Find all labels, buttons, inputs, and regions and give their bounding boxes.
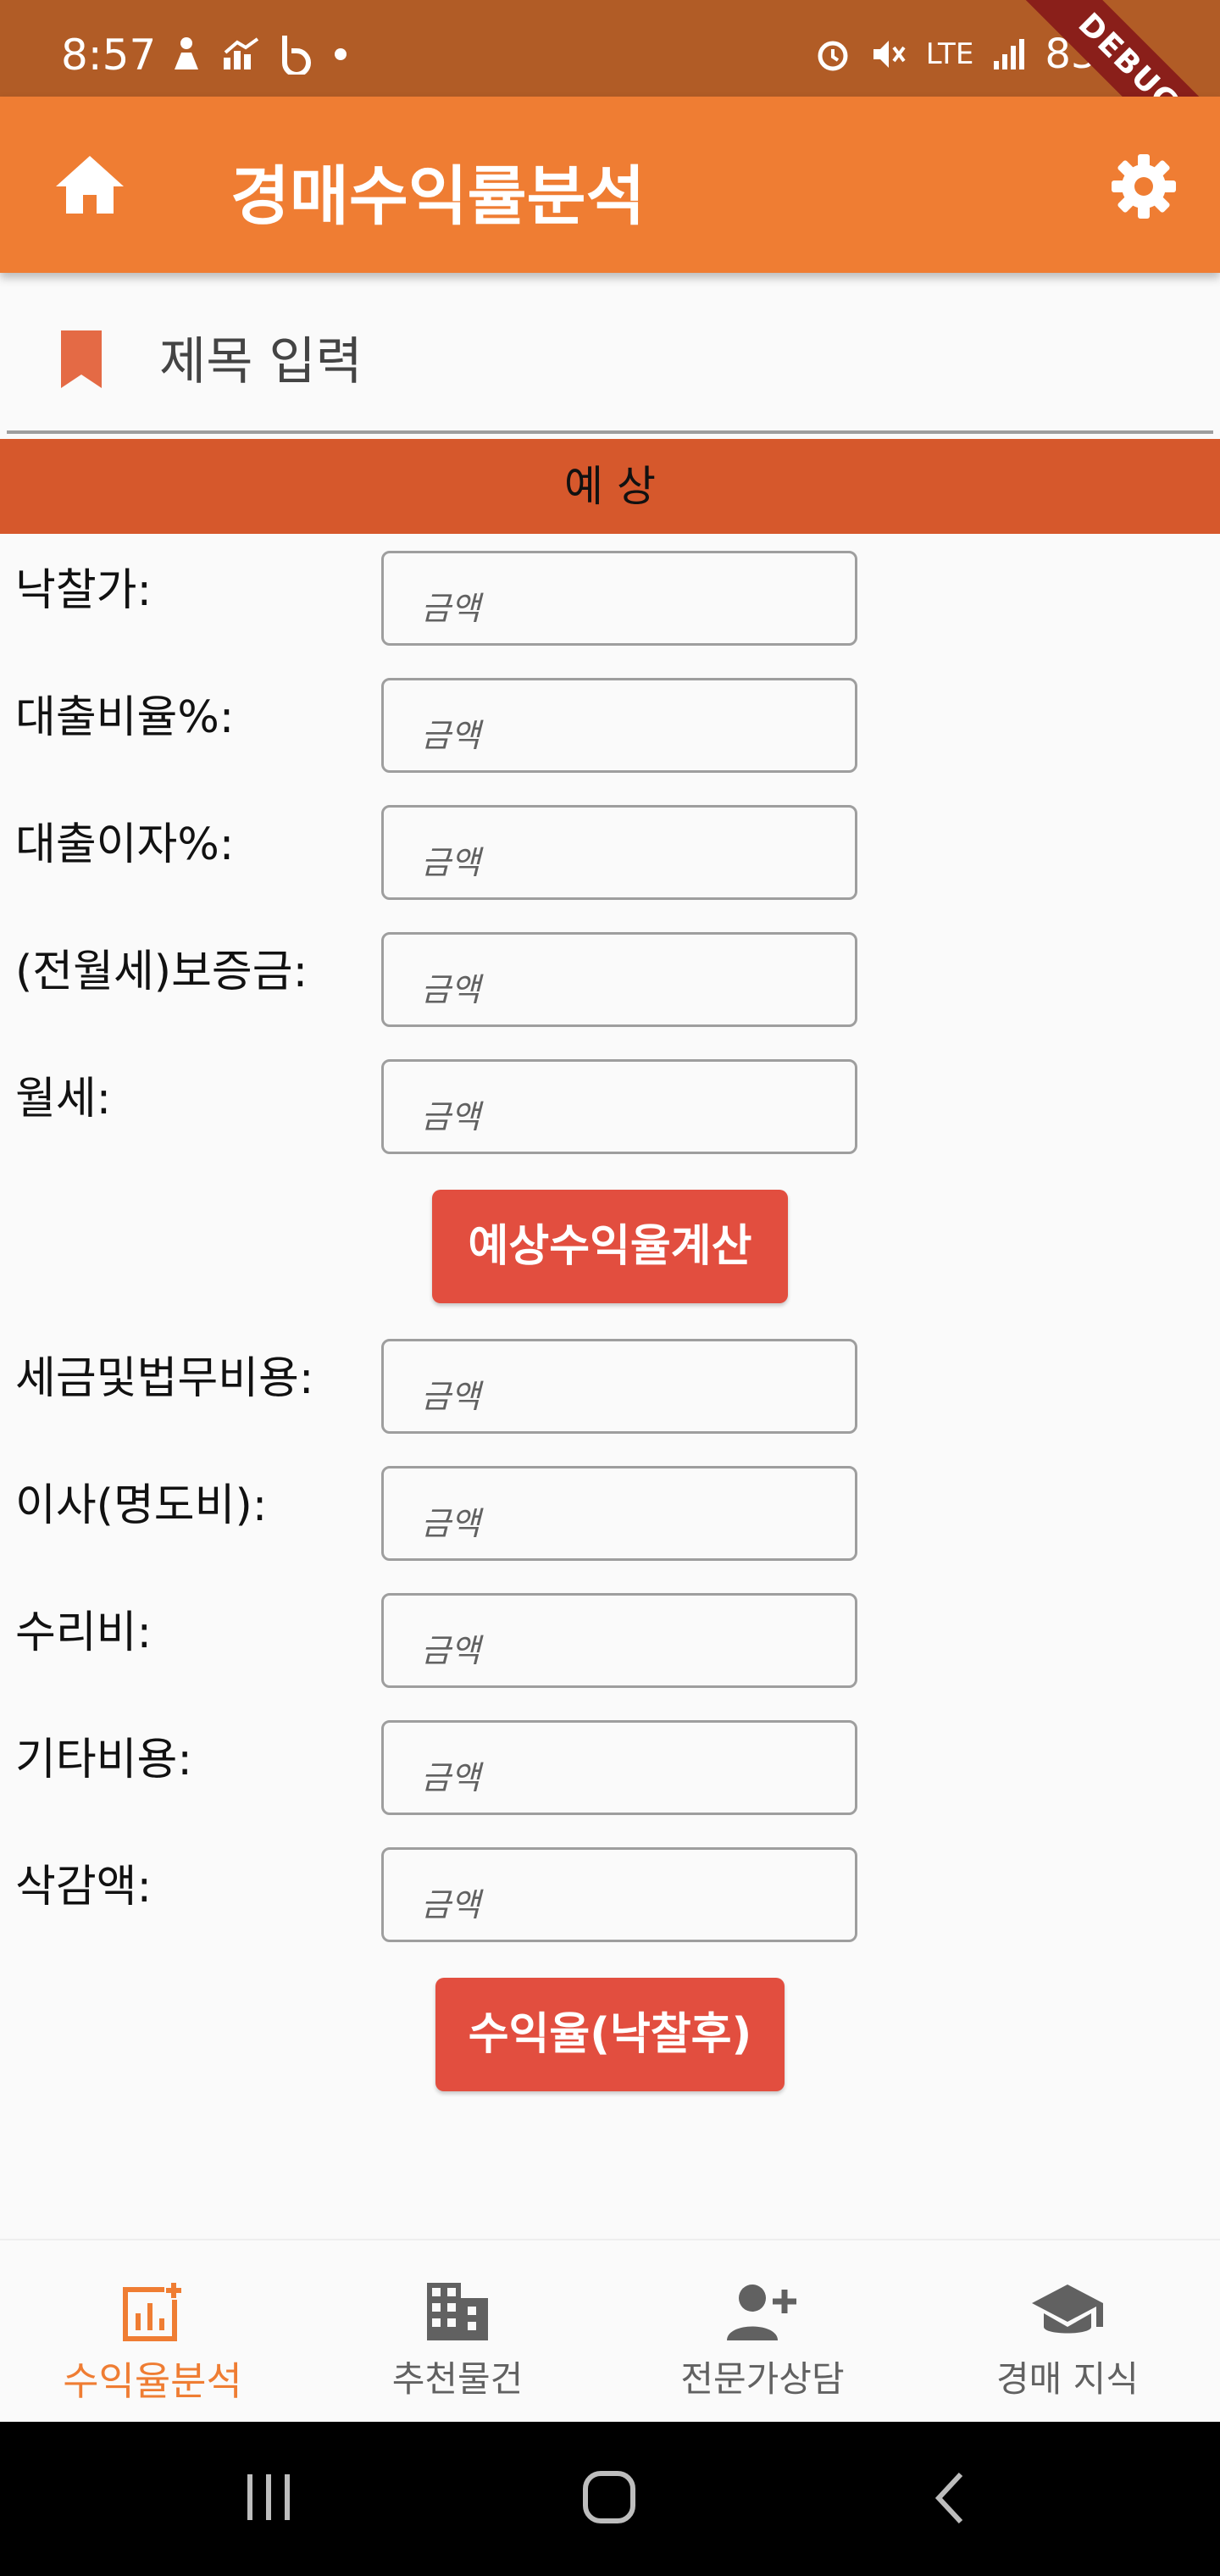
label-loan-interest: 대출이자%: (15, 819, 235, 870)
notification-icons (169, 34, 347, 75)
chart-notification-icon (224, 37, 259, 69)
input-repair-cost[interactable]: 금액 (381, 1593, 857, 1688)
input-placeholder: 금액 (421, 1886, 480, 1924)
input-placeholder: 금액 (421, 717, 480, 754)
nav-label: 추천물건 (391, 2358, 524, 2400)
recent-apps-icon[interactable] (242, 2469, 297, 2523)
input-deposit[interactable]: 금액 (381, 932, 857, 1027)
input-reduction[interactable]: 금액 (381, 1847, 857, 1942)
title-underline (7, 430, 1213, 434)
input-placeholder: 금액 (421, 844, 480, 881)
person-add-icon (727, 2285, 796, 2340)
building-icon (427, 2283, 488, 2340)
b-app-notification-icon (282, 36, 311, 75)
input-placeholder: 금액 (421, 1098, 480, 1135)
home-circle-icon[interactable] (581, 2469, 639, 2527)
nav-label: 전문가상담 (680, 2358, 845, 2400)
dot-icon (335, 48, 347, 60)
home-icon[interactable] (54, 154, 125, 215)
alarm-icon (818, 41, 848, 71)
label-monthly-rent: 월세: (15, 1074, 112, 1124)
input-placeholder: 금액 (421, 971, 480, 1008)
signal-icon (994, 39, 1025, 69)
label-repair-cost: 수리비: (15, 1607, 152, 1658)
status-bar: 8:57 LTE 83% DEBUG (0, 0, 1220, 204)
nav-item-auction-knowledge[interactable]: 경매 지식 (915, 2240, 1220, 2423)
calc-after-bid-button[interactable]: 수익율(낙찰후) (435, 1978, 785, 2091)
label-moving-cost: 이사(명도비): (15, 1480, 268, 1531)
input-tax-legal[interactable]: 금액 (381, 1339, 857, 1434)
input-other-cost[interactable]: 금액 (381, 1720, 857, 1815)
bookmark-icon (61, 330, 102, 388)
input-loan-ratio[interactable]: 금액 (381, 678, 857, 773)
status-time: 8:57 (61, 31, 157, 80)
title-input[interactable]: 제목 입력 (159, 320, 363, 394)
label-deposit: (전월세)보증금: (15, 947, 308, 997)
bottom-navigation: 수익율분석 추천물건 전문가상담 경매 지식 (0, 2239, 1220, 2422)
input-monthly-rent[interactable]: 금액 (381, 1059, 857, 1154)
app-title: 경매수익률분석 (230, 158, 646, 234)
nav-item-analysis[interactable]: 수익율분석 (0, 2240, 305, 2423)
nav-item-expert-consult[interactable]: 전문가상담 (610, 2240, 915, 2423)
analytics-icon (123, 2281, 183, 2341)
app-bar: 경매수익률분석 (0, 97, 1220, 273)
nav-label: 경매 지식 (996, 2358, 1139, 2400)
input-placeholder: 금액 (421, 1632, 480, 1669)
input-loan-interest[interactable]: 금액 (381, 805, 857, 900)
label-loan-ratio: 대출비율%: (15, 692, 235, 743)
back-icon[interactable] (929, 2469, 969, 2527)
input-moving-cost[interactable]: 금액 (381, 1466, 857, 1561)
input-placeholder: 금액 (421, 590, 480, 627)
mute-icon (873, 41, 906, 68)
nav-label: 수익율분석 (63, 2358, 242, 2404)
input-placeholder: 금액 (421, 1759, 480, 1796)
system-navigation-bar (0, 2422, 1220, 2576)
input-placeholder: 금액 (421, 1378, 480, 1415)
title-field[interactable]: 제목 입력 (0, 288, 1220, 434)
gear-icon[interactable] (1110, 153, 1178, 220)
person-notification-icon (175, 37, 198, 69)
calc-expected-button[interactable]: 예상수익율계산 (432, 1190, 788, 1303)
section-banner-expected: 예 상 (0, 439, 1220, 534)
nav-item-recommended[interactable]: 추천물건 (305, 2240, 610, 2423)
label-tax-legal: 세금및법무비용: (15, 1353, 314, 1404)
label-winning-bid: 낙찰가: (15, 565, 152, 616)
input-winning-bid[interactable]: 금액 (381, 551, 857, 646)
school-icon (1032, 2285, 1103, 2334)
network-type: LTE (925, 37, 974, 71)
label-other-cost: 기타비용: (15, 1735, 192, 1785)
input-placeholder: 금액 (421, 1505, 480, 1542)
label-reduction: 삭감액: (15, 1862, 152, 1913)
